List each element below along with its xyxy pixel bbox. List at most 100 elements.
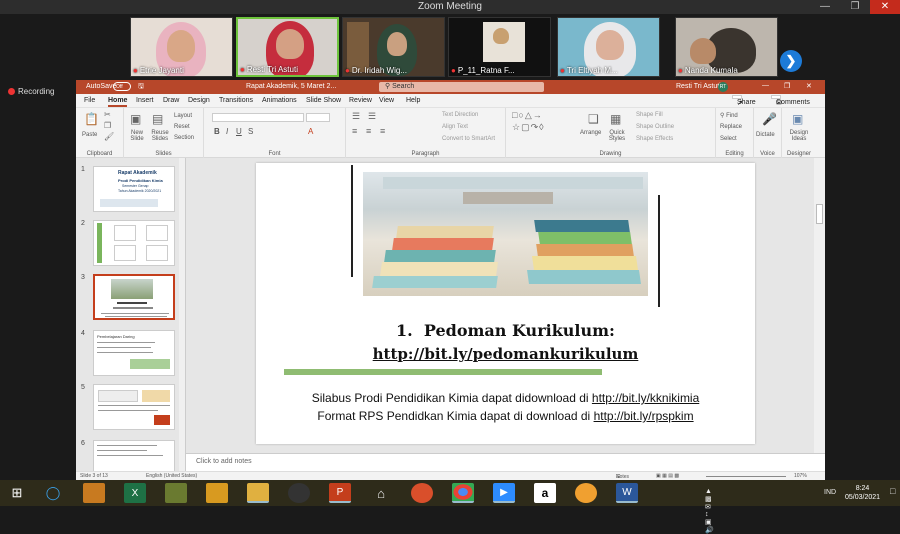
firefox-icon[interactable] [411, 483, 433, 503]
app-icon[interactable] [575, 483, 597, 503]
word-icon[interactable]: W [616, 483, 638, 503]
file-explorer-icon[interactable] [247, 483, 269, 503]
zoom-icon[interactable]: ▶ [493, 483, 515, 503]
numbering-icon[interactable]: ☰ [368, 111, 376, 122]
dictate-label[interactable]: Dictate [756, 132, 775, 138]
restore-icon[interactable]: ❐ [784, 82, 790, 90]
syllabus-link[interactable]: http://bit.ly/kknikimia [592, 391, 699, 405]
comments-button[interactable]: ✉ Comments [771, 95, 810, 107]
clock[interactable]: 8:24 05/03/2021 [845, 484, 880, 502]
edge-icon[interactable]: ◯ [42, 483, 64, 503]
shapes-gallery-icon[interactable]: □○△→ [512, 110, 543, 121]
rps-link[interactable]: http://bit.ly/rpspkim [594, 409, 694, 423]
input-language[interactable]: IND [824, 489, 836, 496]
slide-thumbnails[interactable]: 1 Rapat Akademik Prodi Pendidikan Kimia … [76, 158, 186, 471]
bullets-icon[interactable]: ☰ [352, 111, 360, 122]
close-icon[interactable]: ✕ [806, 82, 812, 90]
home-icon[interactable]: ⌂ [370, 483, 392, 503]
section-button[interactable]: Section [174, 135, 194, 141]
tab-transitions[interactable]: Transitions [219, 97, 253, 104]
view-buttons[interactable]: ▣ ▦ ▤ ▩ [656, 473, 679, 479]
tab-review[interactable]: Review [349, 97, 372, 104]
zoom-level[interactable]: 107% [794, 473, 807, 479]
format-painter-icon[interactable]: 🖌 [104, 132, 114, 141]
minimize-icon[interactable]: — [810, 0, 840, 14]
curriculum-link[interactable]: http://bit.ly/pedomankurikulum [256, 345, 755, 363]
tab-help[interactable]: Help [406, 97, 420, 104]
align-right-icon[interactable]: ≡ [380, 126, 385, 136]
editor-scrollbar[interactable] [814, 158, 825, 453]
recording-indicator[interactable]: Recording [8, 87, 54, 96]
design-ideas-label[interactable]: Design Ideas [784, 130, 814, 142]
slide-thumbnail-1[interactable]: Rapat Akademik Prodi Pendidikan Kimia Se… [93, 166, 175, 212]
search-box[interactable]: ⚲ Search [379, 82, 544, 92]
text-direction-button[interactable]: Text Direction [442, 112, 478, 118]
amazon-icon[interactable]: a [534, 483, 556, 503]
find-button[interactable]: ⚲ Find [720, 112, 738, 119]
tab-file[interactable]: File [84, 97, 95, 104]
slide-thumbnail-4[interactable]: Pembelajaran Daring [93, 330, 175, 376]
windows-start-icon[interactable]: ⊞ [6, 483, 28, 503]
tab-slide-show[interactable]: Slide Show [306, 97, 341, 104]
books-image[interactable] [363, 172, 648, 296]
arrange-icon[interactable]: ❑ [588, 112, 599, 126]
font-color-icon[interactable]: A [308, 127, 313, 136]
tray-icons[interactable]: ▲ ▩ ✉ ↕ ▣ 🔊 [705, 488, 714, 534]
quick-styles-label[interactable]: Quick Styles [606, 130, 628, 142]
align-text-button[interactable]: Align Text [442, 124, 468, 130]
notifications-icon[interactable]: □ [890, 486, 895, 496]
reuse-slides-label[interactable]: Reuse Slides [148, 130, 172, 142]
share-button[interactable]: ↗ Share [732, 95, 756, 107]
participant-tile[interactable]: ● Etrie Jayanti [130, 17, 233, 77]
next-page-button[interactable]: ❯ [780, 50, 802, 72]
zoom-slider[interactable] [706, 476, 786, 477]
shape-fill-button[interactable]: Shape Fill [636, 112, 663, 118]
tab-animations[interactable]: Animations [262, 97, 297, 104]
participant-tile[interactable]: ● Dr. Iridah Wig... [342, 17, 445, 77]
copy-icon[interactable]: ❐ [104, 121, 111, 130]
slide-thumbnail-3-selected[interactable] [93, 274, 175, 320]
excel-icon[interactable]: X [124, 483, 146, 503]
arrange-label[interactable]: Arrange [580, 130, 601, 136]
quick-styles-icon[interactable]: ▦ [610, 112, 621, 126]
chrome-icon[interactable] [452, 483, 474, 503]
new-slide-icon[interactable]: ▣ [130, 112, 141, 126]
tab-design[interactable]: Design [188, 97, 210, 104]
user-name[interactable]: Resti Tri Astuti [676, 83, 721, 90]
powerpoint-icon[interactable]: P [329, 483, 351, 503]
reset-button[interactable]: Reset [174, 124, 190, 130]
replace-button[interactable]: Replace [720, 124, 742, 130]
select-button[interactable]: Select [720, 136, 737, 142]
tab-home[interactable]: Home [108, 97, 128, 107]
font-name-select[interactable] [212, 113, 304, 122]
close-icon[interactable]: ✕ [870, 0, 900, 14]
app-icon[interactable] [206, 483, 228, 503]
app-icon[interactable] [165, 483, 187, 503]
notes-pane[interactable]: Click to add notes [186, 453, 825, 471]
microphone-icon[interactable]: 🎤 [762, 112, 777, 126]
slide-thumbnail-2[interactable] [93, 220, 175, 266]
participant-tile[interactable]: ● Nanda Kumala [675, 17, 778, 77]
shape-effects-button[interactable]: Shape Effects [636, 136, 673, 142]
language-indicator[interactable]: English (United States) [146, 473, 197, 479]
save-icon[interactable]: 🖫 [138, 82, 144, 93]
thumbnail-scrollbar[interactable] [179, 158, 185, 471]
slide-thumbnail-5[interactable] [93, 384, 175, 430]
paste-icon[interactable]: 📋 [84, 112, 99, 126]
participant-tile[interactable]: ● P_11_Ratna F... [448, 17, 551, 77]
smartart-button[interactable]: Convert to SmartArt [442, 136, 495, 142]
maximize-icon[interactable]: ❐ [840, 0, 870, 14]
cut-icon[interactable]: ✂ [104, 110, 111, 119]
avatar[interactable]: RT [718, 82, 728, 92]
media-player-icon[interactable] [288, 483, 310, 503]
slide-thumbnail-6[interactable] [93, 440, 175, 471]
tab-view[interactable]: View [379, 97, 394, 104]
paste-label[interactable]: Paste [82, 132, 97, 138]
layout-button[interactable]: Layout [174, 113, 192, 119]
slide-canvas[interactable]: 1. Pedoman Kurikulum: http://bit.ly/pedo… [256, 163, 755, 444]
reuse-slides-icon[interactable]: ▤ [152, 112, 163, 126]
align-center-icon[interactable]: ≡ [366, 126, 371, 136]
tab-insert[interactable]: Insert [136, 97, 154, 104]
app-icon[interactable] [83, 483, 105, 503]
align-left-icon[interactable]: ≡ [352, 126, 357, 136]
